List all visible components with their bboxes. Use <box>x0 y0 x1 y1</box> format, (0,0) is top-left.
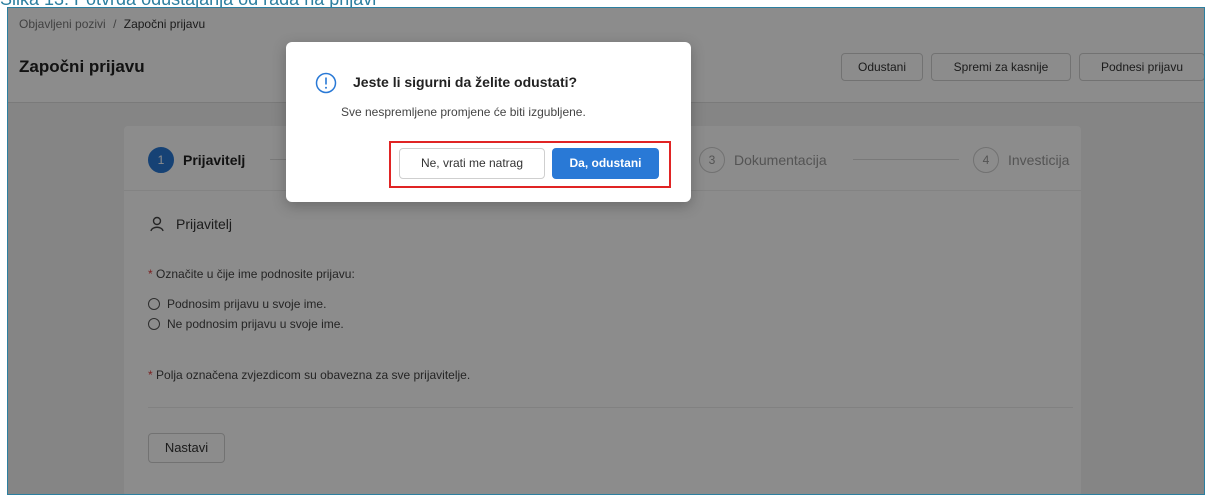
dialog-message: Sve nespremljene promjene će biti izgubl… <box>341 105 586 119</box>
go-back-button[interactable]: Ne, vrati me natrag <box>399 148 545 179</box>
app-window: Objavljeni pozivi / Započni prijavu Zapo… <box>7 7 1205 495</box>
confirm-cancel-button[interactable]: Da, odustani <box>552 148 659 179</box>
info-icon <box>315 72 337 94</box>
confirm-cancel-dialog: Jeste li sigurni da želite odustati? Sve… <box>286 42 691 202</box>
dialog-title: Jeste li sigurni da želite odustati? <box>353 74 578 90</box>
